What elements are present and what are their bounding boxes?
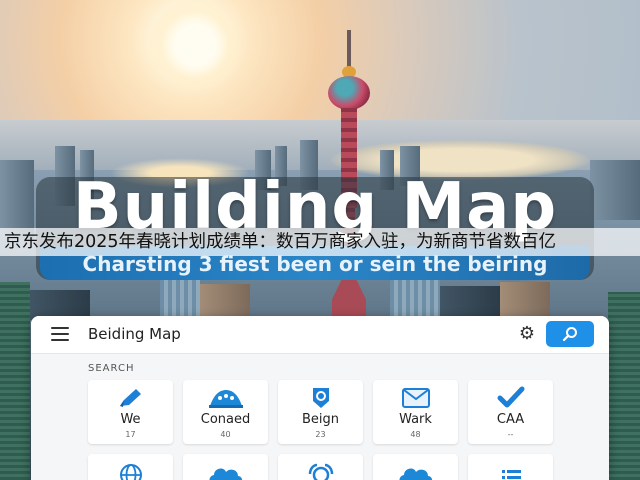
tile-count: 23 <box>315 430 326 439</box>
building <box>200 284 250 316</box>
tile-label: Wark <box>399 412 432 427</box>
gear-icon[interactable]: ⚙ <box>517 324 537 344</box>
section-label: SEARCH <box>88 363 135 374</box>
mail-icon <box>373 386 458 410</box>
building <box>440 286 500 316</box>
cloud-icon <box>373 460 458 480</box>
tile-globe[interactable] <box>88 454 173 480</box>
tile-label: We <box>120 412 141 427</box>
tile-label: CAA <box>496 412 525 427</box>
pen-icon <box>88 386 173 410</box>
app-header: Beiding Map ⚙ <box>31 316 609 354</box>
building <box>500 282 550 316</box>
app-window: Beiding Map ⚙ SEARCH We 17 Conaed 40 Bei… <box>31 316 609 480</box>
tile-caa[interactable]: CAA -- <box>468 380 553 444</box>
tile-list[interactable] <box>468 454 553 480</box>
building <box>160 280 200 316</box>
tile-person[interactable] <box>278 454 363 480</box>
building <box>608 292 640 480</box>
person-icon <box>278 460 363 480</box>
tile-we[interactable]: We 17 <box>88 380 173 444</box>
crown-icon <box>183 386 268 410</box>
tile-count: 17 <box>125 430 136 439</box>
tile-label: Beign <box>301 412 340 427</box>
building <box>590 160 640 220</box>
tile-count: 40 <box>220 430 231 439</box>
search-icon <box>562 327 577 342</box>
sun <box>150 0 240 90</box>
tile-wark[interactable]: Wark 48 <box>373 380 458 444</box>
menu-icon[interactable] <box>51 327 69 341</box>
check-icon <box>468 386 553 410</box>
tile-conaed[interactable]: Conaed 40 <box>183 380 268 444</box>
tile-count: -- <box>507 430 514 439</box>
badge-icon <box>278 386 363 410</box>
search-button[interactable] <box>546 321 594 347</box>
list-icon <box>468 460 553 480</box>
tile-cloud-2[interactable] <box>373 454 458 480</box>
tile-count: 48 <box>410 430 421 439</box>
tile-cloud[interactable] <box>183 454 268 480</box>
app-title: Beiding Map <box>88 325 181 343</box>
building <box>0 282 30 480</box>
cloud-icon <box>183 460 268 480</box>
tile-beign[interactable]: Beign 23 <box>278 380 363 444</box>
headline-text: 京东发布2025年春晓计划成绩单：数百万商家入驻，为新商节省数百亿 <box>4 232 557 252</box>
globe-icon <box>88 460 173 480</box>
tile-label: Conaed <box>200 412 251 427</box>
building <box>390 280 440 316</box>
